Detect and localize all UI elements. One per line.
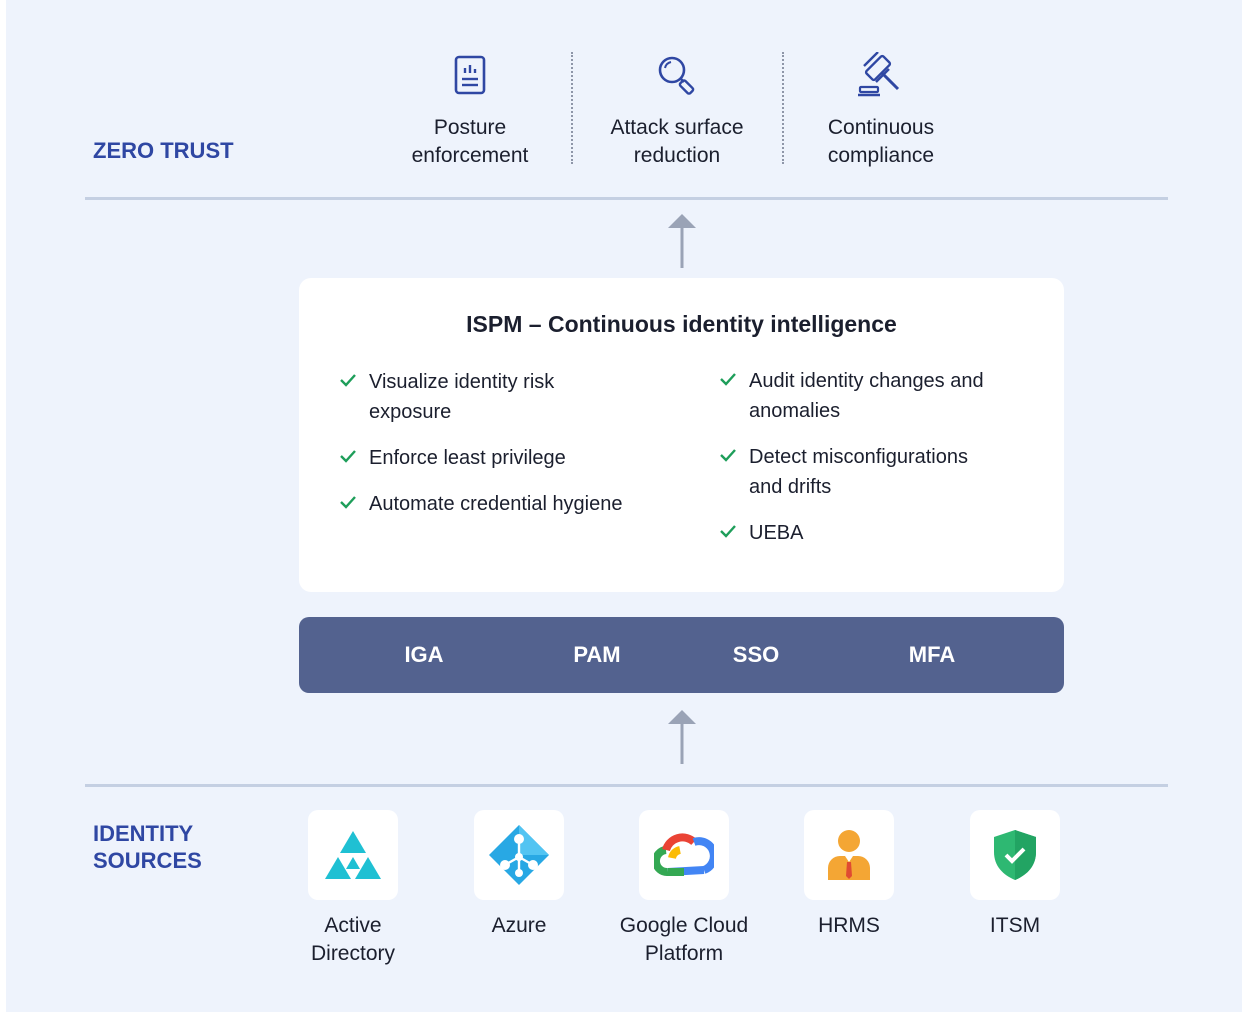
attack-line2: reduction	[633, 144, 721, 167]
source-label-line1: ITSM	[989, 914, 1041, 937]
posture-enforcement-item: Posture enforcement	[370, 52, 570, 170]
continuous-compliance-item: Continuous compliance	[781, 52, 981, 170]
identity-sources-label: IDENTITY SOURCES	[93, 820, 202, 874]
stack-item-sso: SSO	[732, 642, 780, 667]
ispm-left-features: Visualize identity risk exposure Enforce…	[339, 367, 623, 519]
posture-line1: Posture	[433, 116, 507, 139]
source-label-line2: Platform	[644, 942, 724, 965]
source-label-line1: Azure	[491, 914, 547, 937]
feature-text: Audit identity changes and	[749, 370, 984, 392]
source-label: Azure	[434, 912, 604, 940]
feature-text: and drifts	[749, 476, 832, 498]
stack-item-pam: PAM	[573, 642, 621, 667]
source-label: Google Cloud Platform	[599, 912, 769, 968]
source-tile	[970, 810, 1060, 900]
compliance-line1: Continuous	[827, 116, 935, 139]
attack-surface-label: Attack surface reduction	[577, 114, 777, 170]
compliance-line2: compliance	[827, 144, 935, 167]
source-tile	[804, 810, 894, 900]
stack-item-iga: IGA	[404, 642, 444, 667]
active-directory-icon	[325, 831, 381, 879]
posture-enforcement-label: Posture enforcement	[370, 114, 570, 170]
feature-item: Detect misconfigurations and drifts	[719, 442, 984, 502]
source-itsm: ITSM	[930, 810, 1100, 940]
source-tile	[474, 810, 564, 900]
source-label-line1: Google Cloud	[619, 914, 749, 937]
feature-item: Visualize identity risk exposure	[339, 367, 623, 427]
itsm-shield-icon	[994, 830, 1036, 880]
separator-1	[571, 52, 573, 164]
check-icon	[720, 525, 736, 538]
source-tile	[308, 810, 398, 900]
source-hrms: HRMS	[764, 810, 934, 940]
magnifier-icon	[658, 56, 695, 95]
identity-stack-bar: IGA PAM SSO MFA	[299, 617, 1064, 693]
source-label-line1: Active	[324, 914, 382, 937]
zero-trust-label: ZERO TRUST	[93, 137, 234, 164]
attack-line1: Attack surface	[610, 116, 744, 139]
feature-text: Automate credential hygiene	[369, 493, 623, 515]
posture-line2: enforcement	[411, 144, 529, 167]
ispm-right-features: Audit identity changes and anomalies Det…	[719, 366, 984, 548]
source-azure: Azure	[434, 810, 604, 940]
diagram-canvas: ZERO TRUST Posture enforcement Attack su…	[6, 0, 1242, 1012]
feature-text: UEBA	[749, 522, 804, 544]
feature-text: exposure	[369, 401, 452, 423]
identity-sources-divider	[85, 784, 1168, 787]
feature-text: Detect misconfigurations	[749, 446, 968, 468]
arrow-up-icon	[668, 214, 696, 268]
report-icon	[454, 55, 486, 95]
feature-text: Visualize identity risk	[369, 371, 555, 393]
gavel-icon	[858, 52, 900, 97]
identity-sources-line1: IDENTITY	[93, 821, 194, 846]
check-icon	[720, 373, 736, 386]
ispm-card: ISPM – Continuous identity intelligence …	[299, 278, 1064, 592]
azure-icon	[489, 825, 549, 885]
feature-item: Automate credential hygiene	[339, 489, 623, 519]
source-label-line2: Directory	[310, 942, 395, 965]
source-tile	[639, 810, 729, 900]
source-label: HRMS	[764, 912, 934, 940]
feature-text: anomalies	[749, 400, 841, 422]
compliance-label: Continuous compliance	[781, 114, 981, 170]
source-google-cloud: Google Cloud Platform	[599, 810, 769, 968]
zero-trust-label-text: ZERO TRUST	[93, 138, 234, 163]
ispm-title: ISPM – Continuous identity intelligence	[466, 311, 897, 337]
attack-surface-item: Attack surface reduction	[577, 52, 777, 170]
check-icon	[720, 449, 736, 462]
google-cloud-icon	[654, 833, 714, 877]
check-icon	[340, 374, 356, 387]
stack-item-mfa: MFA	[908, 642, 956, 667]
zero-trust-divider	[85, 197, 1168, 200]
source-label-line1: HRMS	[818, 914, 880, 937]
source-label: ITSM	[930, 912, 1100, 940]
source-label: Active Directory	[268, 912, 438, 968]
check-icon	[340, 496, 356, 509]
source-active-directory: Active Directory	[268, 810, 438, 968]
feature-item: Audit identity changes and anomalies	[719, 366, 984, 426]
identity-sources-line2: SOURCES	[93, 848, 202, 873]
hrms-person-icon	[828, 830, 870, 880]
feature-item: UEBA	[719, 518, 984, 548]
feature-text: Enforce least privilege	[369, 447, 566, 469]
arrow-up-icon	[668, 710, 696, 764]
feature-item: Enforce least privilege	[339, 443, 623, 473]
check-icon	[340, 450, 356, 463]
